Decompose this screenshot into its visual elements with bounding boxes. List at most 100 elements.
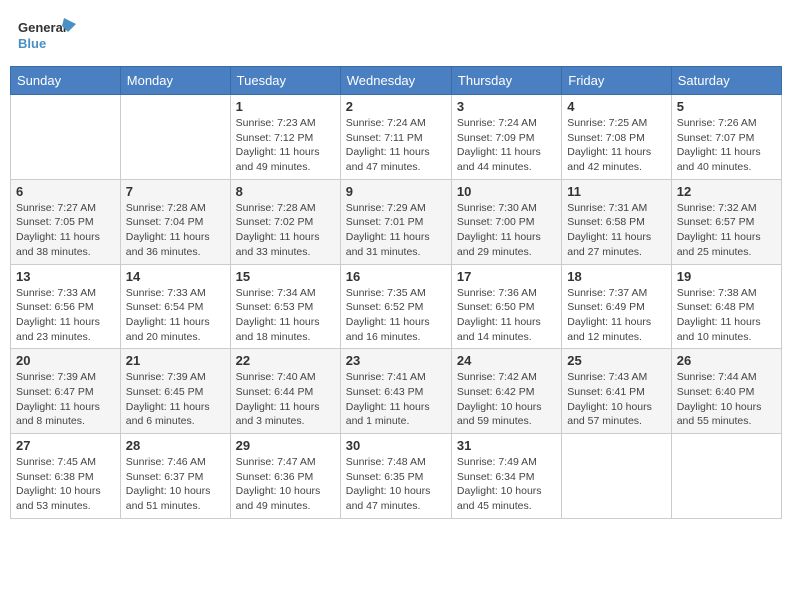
- col-header-thursday: Thursday: [451, 67, 561, 95]
- day-number: 6: [16, 184, 115, 199]
- day-number: 13: [16, 269, 115, 284]
- day-info: Sunrise: 7:38 AMSunset: 6:48 PMDaylight:…: [677, 286, 776, 345]
- col-header-friday: Friday: [562, 67, 671, 95]
- calendar-cell: 31 Sunrise: 7:49 AMSunset: 6:34 PMDayligh…: [451, 434, 561, 519]
- day-number: 11: [567, 184, 665, 199]
- calendar-week-5: 27 Sunrise: 7:45 AMSunset: 6:38 PMDayligh…: [11, 434, 782, 519]
- calendar-week-2: 6 Sunrise: 7:27 AMSunset: 7:05 PMDaylight…: [11, 179, 782, 264]
- day-info: Sunrise: 7:46 AMSunset: 6:37 PMDaylight:…: [126, 455, 225, 514]
- calendar-cell: 10 Sunrise: 7:30 AMSunset: 7:00 PMDayligh…: [451, 179, 561, 264]
- day-info: Sunrise: 7:37 AMSunset: 6:49 PMDaylight:…: [567, 286, 665, 345]
- day-info: Sunrise: 7:33 AMSunset: 6:54 PMDaylight:…: [126, 286, 225, 345]
- day-info: Sunrise: 7:33 AMSunset: 6:56 PMDaylight:…: [16, 286, 115, 345]
- day-number: 27: [16, 438, 115, 453]
- calendar-cell: 17 Sunrise: 7:36 AMSunset: 6:50 PMDayligh…: [451, 264, 561, 349]
- day-info: Sunrise: 7:43 AMSunset: 6:41 PMDaylight:…: [567, 370, 665, 429]
- calendar-cell: 1 Sunrise: 7:23 AMSunset: 7:12 PMDaylight…: [230, 95, 340, 180]
- calendar-cell: [120, 95, 230, 180]
- calendar-cell: 22 Sunrise: 7:40 AMSunset: 6:44 PMDayligh…: [230, 349, 340, 434]
- day-number: 28: [126, 438, 225, 453]
- day-number: 22: [236, 353, 335, 368]
- day-number: 26: [677, 353, 776, 368]
- calendar-cell: 11 Sunrise: 7:31 AMSunset: 6:58 PMDayligh…: [562, 179, 671, 264]
- calendar-table: SundayMondayTuesdayWednesdayThursdayFrid…: [10, 66, 782, 519]
- calendar-cell: 7 Sunrise: 7:28 AMSunset: 7:04 PMDaylight…: [120, 179, 230, 264]
- day-number: 5: [677, 99, 776, 114]
- day-number: 14: [126, 269, 225, 284]
- calendar-cell: 19 Sunrise: 7:38 AMSunset: 6:48 PMDayligh…: [671, 264, 781, 349]
- day-info: Sunrise: 7:35 AMSunset: 6:52 PMDaylight:…: [346, 286, 446, 345]
- day-info: Sunrise: 7:28 AMSunset: 7:02 PMDaylight:…: [236, 201, 335, 260]
- svg-text:Blue: Blue: [18, 36, 46, 51]
- day-number: 8: [236, 184, 335, 199]
- svg-text:General: General: [18, 20, 66, 35]
- day-number: 2: [346, 99, 446, 114]
- day-number: 25: [567, 353, 665, 368]
- day-info: Sunrise: 7:28 AMSunset: 7:04 PMDaylight:…: [126, 201, 225, 260]
- day-number: 9: [346, 184, 446, 199]
- calendar-cell: 28 Sunrise: 7:46 AMSunset: 6:37 PMDayligh…: [120, 434, 230, 519]
- day-info: Sunrise: 7:42 AMSunset: 6:42 PMDaylight:…: [457, 370, 556, 429]
- calendar-cell: 18 Sunrise: 7:37 AMSunset: 6:49 PMDayligh…: [562, 264, 671, 349]
- calendar-cell: 21 Sunrise: 7:39 AMSunset: 6:45 PMDayligh…: [120, 349, 230, 434]
- day-info: Sunrise: 7:40 AMSunset: 6:44 PMDaylight:…: [236, 370, 335, 429]
- day-info: Sunrise: 7:36 AMSunset: 6:50 PMDaylight:…: [457, 286, 556, 345]
- day-number: 24: [457, 353, 556, 368]
- calendar-cell: 16 Sunrise: 7:35 AMSunset: 6:52 PMDayligh…: [340, 264, 451, 349]
- calendar-cell: 8 Sunrise: 7:28 AMSunset: 7:02 PMDaylight…: [230, 179, 340, 264]
- calendar-cell: 23Sunrise: 7:41 AMSunset: 6:43 PMDayligh…: [340, 349, 451, 434]
- calendar-cell: 4 Sunrise: 7:25 AMSunset: 7:08 PMDaylight…: [562, 95, 671, 180]
- day-number: 21: [126, 353, 225, 368]
- col-header-tuesday: Tuesday: [230, 67, 340, 95]
- calendar-cell: 12 Sunrise: 7:32 AMSunset: 6:57 PMDayligh…: [671, 179, 781, 264]
- day-info: Sunrise: 7:25 AMSunset: 7:08 PMDaylight:…: [567, 116, 665, 175]
- day-info: Sunrise: 7:31 AMSunset: 6:58 PMDaylight:…: [567, 201, 665, 260]
- day-number: 16: [346, 269, 446, 284]
- day-info: Sunrise: 7:32 AMSunset: 6:57 PMDaylight:…: [677, 201, 776, 260]
- calendar-week-4: 20Sunrise: 7:39 AMSunset: 6:47 PMDayligh…: [11, 349, 782, 434]
- day-number: 4: [567, 99, 665, 114]
- calendar-cell: 5 Sunrise: 7:26 AMSunset: 7:07 PMDaylight…: [671, 95, 781, 180]
- day-info: Sunrise: 7:44 AMSunset: 6:40 PMDaylight:…: [677, 370, 776, 429]
- col-header-sunday: Sunday: [11, 67, 121, 95]
- calendar-cell: 13 Sunrise: 7:33 AMSunset: 6:56 PMDayligh…: [11, 264, 121, 349]
- day-number: 12: [677, 184, 776, 199]
- day-info: Sunrise: 7:29 AMSunset: 7:01 PMDaylight:…: [346, 201, 446, 260]
- day-number: 31: [457, 438, 556, 453]
- logo-icon: GeneralBlue: [18, 14, 78, 54]
- calendar-cell: [562, 434, 671, 519]
- day-number: 10: [457, 184, 556, 199]
- day-number: 20: [16, 353, 115, 368]
- day-number: 18: [567, 269, 665, 284]
- calendar-cell: 25 Sunrise: 7:43 AMSunset: 6:41 PMDayligh…: [562, 349, 671, 434]
- day-number: 1: [236, 99, 335, 114]
- day-number: 7: [126, 184, 225, 199]
- calendar-cell: 2 Sunrise: 7:24 AMSunset: 7:11 PMDaylight…: [340, 95, 451, 180]
- calendar-cell: 30Sunrise: 7:48 AMSunset: 6:35 PMDayligh…: [340, 434, 451, 519]
- day-number: 17: [457, 269, 556, 284]
- calendar-cell: 14 Sunrise: 7:33 AMSunset: 6:54 PMDayligh…: [120, 264, 230, 349]
- calendar-cell: 20Sunrise: 7:39 AMSunset: 6:47 PMDayligh…: [11, 349, 121, 434]
- day-info: Sunrise: 7:45 AMSunset: 6:38 PMDaylight:…: [16, 455, 115, 514]
- day-number: 19: [677, 269, 776, 284]
- calendar-cell: [671, 434, 781, 519]
- col-header-monday: Monday: [120, 67, 230, 95]
- day-number: 29: [236, 438, 335, 453]
- calendar-cell: 24 Sunrise: 7:42 AMSunset: 6:42 PMDayligh…: [451, 349, 561, 434]
- day-info: Sunrise: 7:24 AMSunset: 7:11 PMDaylight:…: [346, 116, 446, 175]
- calendar-cell: 6 Sunrise: 7:27 AMSunset: 7:05 PMDaylight…: [11, 179, 121, 264]
- calendar-cell: [11, 95, 121, 180]
- day-info: Sunrise: 7:26 AMSunset: 7:07 PMDaylight:…: [677, 116, 776, 175]
- day-info: Sunrise: 7:27 AMSunset: 7:05 PMDaylight:…: [16, 201, 115, 260]
- calendar-cell: 27 Sunrise: 7:45 AMSunset: 6:38 PMDayligh…: [11, 434, 121, 519]
- day-info: Sunrise: 7:47 AMSunset: 6:36 PMDaylight:…: [236, 455, 335, 514]
- day-number: 3: [457, 99, 556, 114]
- day-info: Sunrise: 7:23 AMSunset: 7:12 PMDaylight:…: [236, 116, 335, 175]
- day-info: Sunrise: 7:24 AMSunset: 7:09 PMDaylight:…: [457, 116, 556, 175]
- day-info: Sunrise: 7:39 AMSunset: 6:45 PMDaylight:…: [126, 370, 225, 429]
- day-number: 30: [346, 438, 446, 453]
- day-info: Sunrise: 7:49 AMSunset: 6:34 PMDaylight:…: [457, 455, 556, 514]
- header-row: SundayMondayTuesdayWednesdayThursdayFrid…: [11, 67, 782, 95]
- day-info: Sunrise: 7:30 AMSunset: 7:00 PMDaylight:…: [457, 201, 556, 260]
- calendar-week-1: 1 Sunrise: 7:23 AMSunset: 7:12 PMDaylight…: [11, 95, 782, 180]
